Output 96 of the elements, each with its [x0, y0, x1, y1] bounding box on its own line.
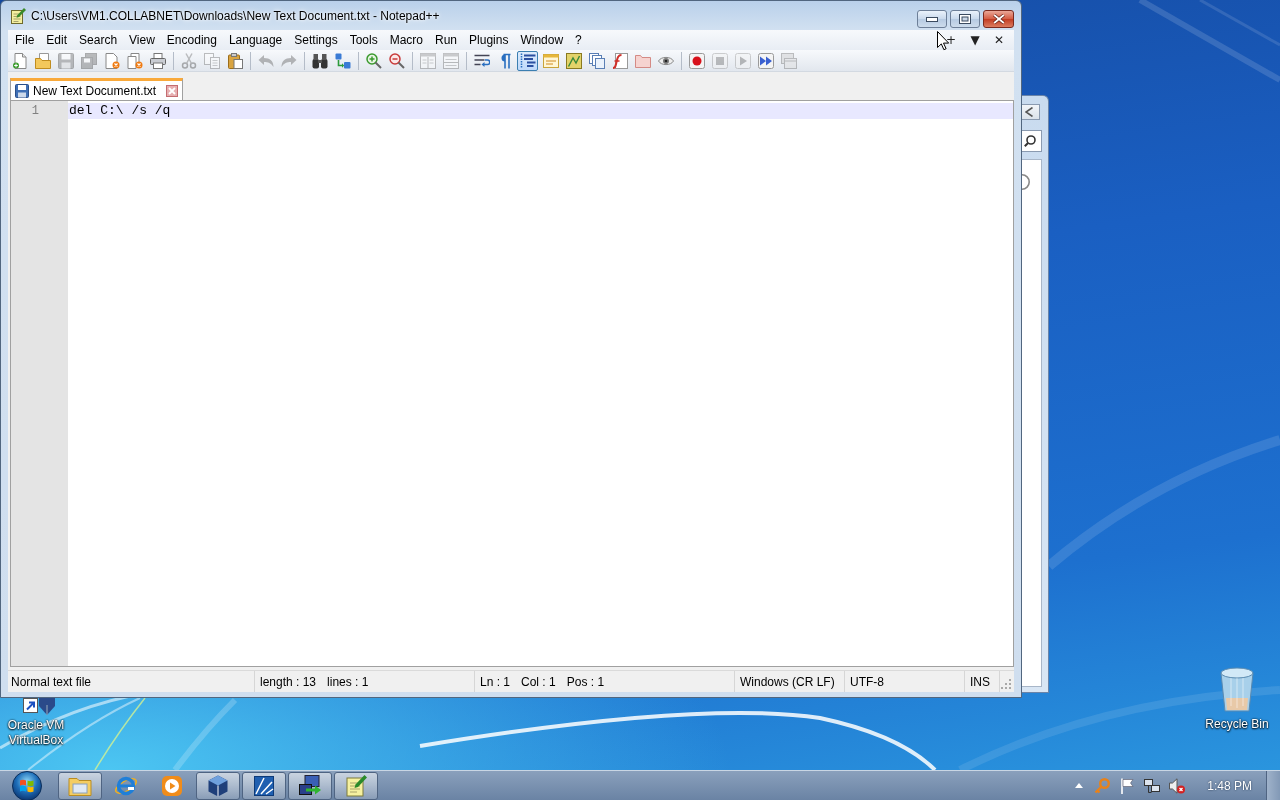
menu-item[interactable]: Macro: [383, 31, 429, 49]
dropdown-button[interactable]: ▼: [963, 31, 987, 49]
window-title: C:\Users\VM1.COLLABNET\Downloads\New Text Document.txt - Notepad++: [31, 8, 440, 23]
split-window-icon: [442, 52, 459, 69]
new-file-icon: [11, 52, 28, 69]
menu-item[interactable]: File: [9, 31, 41, 49]
zoom-in-button[interactable]: [363, 50, 384, 71]
stop-icon: [711, 52, 728, 69]
menu-item[interactable]: Settings: [288, 31, 344, 49]
notepad-icon: [344, 773, 368, 798]
replace-icon: [334, 52, 351, 69]
open-button[interactable]: [32, 50, 53, 71]
menu-item[interactable]: View: [123, 31, 161, 49]
status-text: Pos : 1: [566, 674, 605, 689]
line-number: 1: [30, 103, 40, 119]
menu-item[interactable]: Edit: [40, 31, 74, 49]
recycle-bin-icon[interactable]: [1217, 666, 1257, 712]
triangle-up-icon: [1075, 783, 1084, 788]
run-macro-multiple-button[interactable]: [755, 50, 776, 71]
close-window-button[interactable]: [983, 10, 1014, 28]
network-icon[interactable]: [1144, 777, 1161, 794]
clipboard-icon: [226, 52, 243, 69]
window-icon: [542, 52, 559, 69]
scissors-icon: [180, 52, 197, 69]
indent-guide-icon: [519, 52, 536, 69]
close-tab-button[interactable]: [166, 84, 179, 97]
close-icon: [166, 84, 179, 97]
status-text: UTF-8: [850, 674, 884, 689]
maximize-button[interactable]: [950, 10, 980, 28]
computer-arrow-icon: [298, 773, 322, 798]
status-text: Ln : 1: [480, 674, 511, 689]
show-desktop-button[interactable]: [1266, 770, 1280, 800]
open-folder-icon: [34, 52, 51, 69]
taskbar-button[interactable]: [288, 771, 332, 800]
search-icon: [1024, 135, 1036, 147]
media-player-icon: [160, 773, 184, 798]
desktop-icon-label[interactable]: Recycle Bin: [1205, 717, 1269, 732]
editor-area[interactable]: 1 del C:\ /s /q: [10, 100, 1014, 667]
split-window-icon: [419, 52, 436, 69]
zoom-in-icon: [365, 52, 382, 69]
minimize-button[interactable]: [917, 10, 947, 28]
status-text: Windows (CR LF): [740, 674, 835, 689]
menu-item[interactable]: Window: [514, 31, 570, 49]
minimize-icon: [926, 16, 938, 22]
flag-icon[interactable]: [1119, 777, 1136, 794]
record-icon: [688, 52, 705, 69]
indent-guide-button[interactable]: [517, 50, 538, 71]
menu-item[interactable]: Encoding: [160, 31, 223, 49]
document-map-button[interactable]: [563, 50, 584, 71]
close-icon: [992, 14, 1005, 24]
status-text: lines : 1: [327, 674, 369, 689]
menu-item[interactable]: Tools: [343, 31, 384, 49]
print-button[interactable]: [147, 50, 168, 71]
menu-item[interactable]: ?: [569, 31, 588, 49]
menu-item[interactable]: Search: [73, 31, 124, 49]
pages-close-icon: [126, 52, 143, 69]
status-text: Col : 1: [521, 674, 556, 689]
cube-icon: [206, 773, 230, 798]
chevron-button[interactable]: [1022, 104, 1040, 120]
search-field[interactable]: [1022, 130, 1042, 152]
page-close-icon: [103, 52, 120, 69]
function-icon: [611, 52, 628, 69]
diagonal-lines-tile-icon: [252, 773, 276, 798]
copy-icon: [203, 52, 220, 69]
menu-item[interactable]: Language: [222, 31, 289, 49]
binoculars-icon: [311, 52, 328, 69]
zoom-out-button[interactable]: [386, 50, 407, 71]
menu-item[interactable]: Plugins: [463, 31, 515, 49]
pages-icon: [588, 52, 605, 69]
stacked-windows-icon: [780, 52, 797, 69]
record-macro-button[interactable]: [686, 50, 707, 71]
close-all-button[interactable]: [124, 50, 145, 71]
play-icon: [734, 52, 751, 69]
speaker-muted-icon[interactable]: [1169, 777, 1186, 794]
undo-icon: [257, 52, 274, 69]
folder-icon: [634, 52, 651, 69]
chevron-left-icon: [1025, 107, 1033, 117]
taskbar-button[interactable]: [242, 771, 286, 800]
taskbar-button[interactable]: [196, 771, 240, 800]
redo-icon: [280, 52, 297, 69]
menu-item[interactable]: Run: [429, 31, 464, 49]
close-button[interactable]: ✕: [987, 31, 1011, 49]
printer-icon: [149, 52, 166, 69]
maximize-icon: [959, 14, 971, 24]
status-text: length : 13: [260, 674, 317, 689]
fast-forward-icon: [757, 52, 774, 69]
resize-grip-icon[interactable]: [1001, 679, 1012, 690]
status-text: INS: [970, 674, 990, 689]
status-text: Normal text file: [11, 674, 92, 689]
floppy-disks-icon: [80, 52, 97, 69]
file-tab[interactable]: New Text Document.txt: [10, 78, 184, 100]
notepad-icon: [10, 7, 26, 24]
document-list-button[interactable]: [586, 50, 607, 71]
zoom-out-icon: [388, 52, 405, 69]
map-icon: [565, 52, 582, 69]
word-wrap-icon: [473, 52, 490, 69]
